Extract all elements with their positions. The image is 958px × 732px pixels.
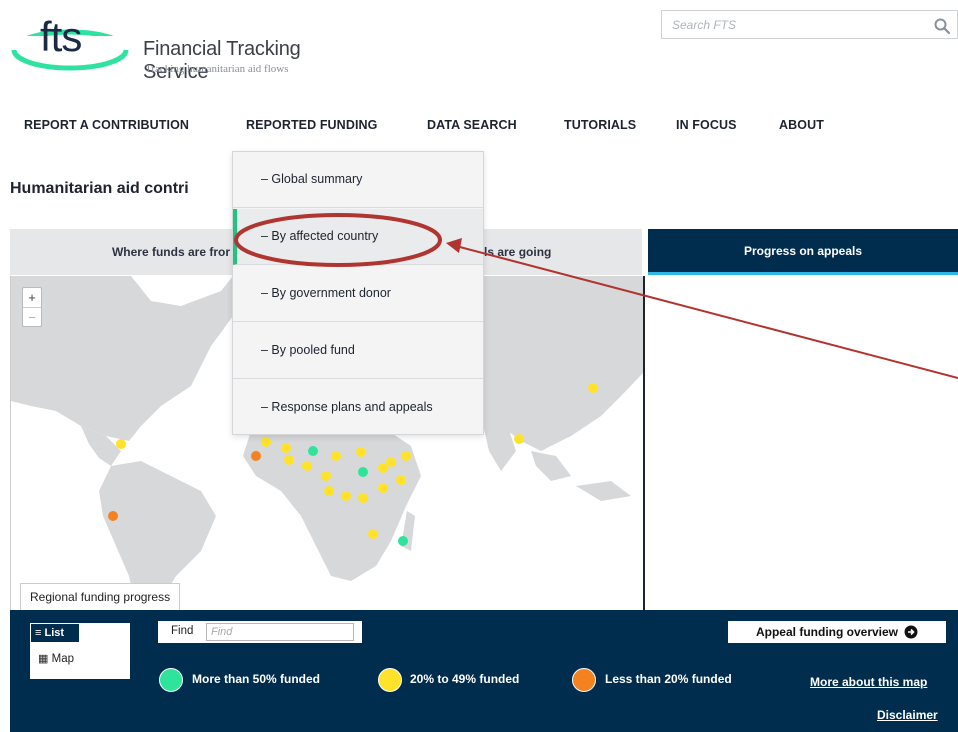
disclaimer-link[interactable]: Disclaimer — [877, 708, 938, 722]
legend-low: Less than 20% funded — [605, 672, 732, 686]
legend-high: More than 50% funded — [192, 672, 321, 686]
fts-logo-mark: fts — [10, 13, 130, 71]
legend-orange-dot — [572, 668, 596, 692]
search-icon[interactable] — [933, 17, 951, 35]
zoom-in-button[interactable]: + — [23, 288, 41, 307]
nav-in-focus[interactable]: IN FOCUS — [676, 118, 737, 132]
nav-data-search[interactable]: DATA SEARCH — [427, 118, 517, 132]
reported-funding-dropdown: – Global summary – By affected country –… — [232, 151, 484, 435]
tab-where-funds-going[interactable]: ls are going — [484, 229, 642, 275]
appeal-funding-overview-button[interactable]: Appeal funding overview — [728, 621, 946, 643]
search-input[interactable] — [662, 11, 922, 38]
nav-about[interactable]: ABOUT — [779, 118, 824, 132]
tab-progress-label: Progress on appeals — [743, 243, 863, 258]
tab-where-funds-going-label: ls are going — [484, 245, 552, 259]
nav-tutorials[interactable]: TUTORIALS — [564, 118, 636, 132]
tab-where-funds-from[interactable]: Where funds are fror — [10, 229, 232, 275]
page-title: Humanitarian aid contri — [10, 180, 189, 197]
dropdown-by-pooled-fund[interactable]: – By pooled fund — [233, 323, 483, 379]
nav-report-contribution[interactable]: REPORT A CONTRIBUTION — [24, 118, 189, 132]
map-icon: ▦ — [38, 653, 49, 665]
svg-text:fts: fts — [40, 13, 81, 60]
regional-funding-progress-button[interactable]: Regional funding progress — [20, 583, 181, 611]
legend-green-dot — [159, 668, 183, 692]
dropdown-by-government-donor[interactable]: – By government donor — [233, 266, 483, 322]
legend-yellow-dot — [378, 668, 402, 692]
fts-logo[interactable]: fts Financial Tracking Service Tracking … — [10, 8, 370, 83]
map-view-button[interactable]: ▦ Map — [38, 652, 74, 665]
list-view-button[interactable]: ≡ List — [30, 623, 80, 643]
find-label: Find — [171, 625, 194, 637]
nav-reported-funding[interactable]: REPORTED FUNDING — [246, 118, 377, 132]
site-tagline: Tracking humanitarian aid flows — [145, 63, 289, 75]
legend-mid: 20% to 49% funded — [410, 672, 520, 686]
overview-label: Appeal funding overview — [755, 625, 899, 639]
map-view-label: Map — [51, 653, 74, 665]
dropdown-by-affected-country[interactable]: – By affected country — [233, 209, 483, 265]
tab-where-funds-from-label: Where funds are fror — [111, 245, 230, 259]
site-name: Financial Tracking Service — [143, 38, 301, 83]
arrow-circle-right-icon — [904, 625, 918, 639]
search-box — [661, 10, 958, 39]
map-zoom-control: + − — [22, 287, 42, 327]
main-nav: REPORT A CONTRIBUTION REPORTED FUNDING D… — [0, 112, 958, 142]
find-input[interactable] — [206, 623, 354, 641]
zoom-out-button[interactable]: − — [23, 307, 41, 326]
tab-progress-on-appeals[interactable]: Progress on appeals — [648, 229, 958, 275]
dropdown-global-summary[interactable]: – Global summary — [233, 152, 483, 208]
panel-divider — [643, 276, 645, 610]
dropdown-response-plans[interactable]: – Response plans and appeals — [233, 380, 483, 436]
more-about-map-link[interactable]: More about this map — [810, 675, 927, 689]
